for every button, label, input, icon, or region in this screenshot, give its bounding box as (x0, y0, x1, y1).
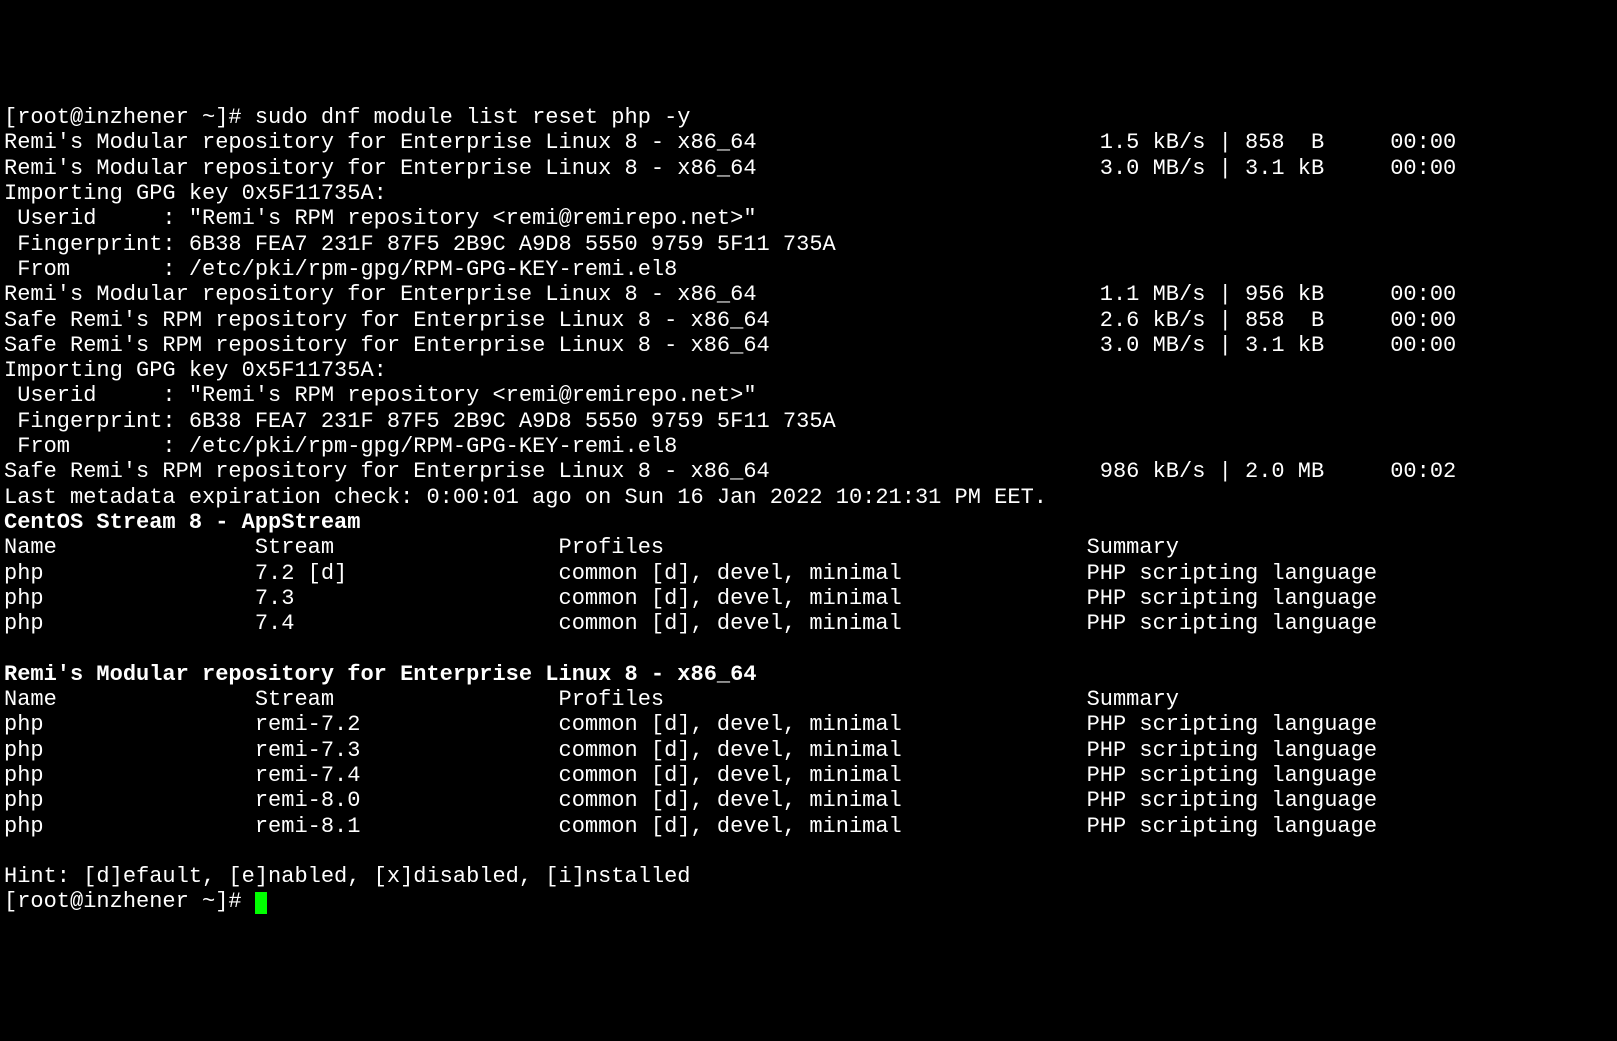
gpg-from: From : /etc/pki/rpm-gpg/RPM-GPG-KEY-remi… (4, 434, 1613, 459)
table-row: php remi-8.1 common [d], devel, minimal … (4, 814, 1613, 839)
table-row: php 7.2 [d] common [d], devel, minimal P… (4, 561, 1613, 586)
gpg-userid: Userid : "Remi's RPM repository <remi@re… (4, 383, 1613, 408)
repo-fetch-line: Remi's Modular repository for Enterprise… (4, 156, 1613, 181)
section-title: Remi's Modular repository for Enterprise… (4, 662, 1613, 687)
repo-fetch-line: Remi's Modular repository for Enterprise… (4, 130, 1613, 155)
prompt-line[interactable]: [root@inzhener ~]# (4, 889, 1613, 914)
table-row: php remi-7.4 common [d], devel, minimal … (4, 763, 1613, 788)
table-row: php 7.4 common [d], devel, minimal PHP s… (4, 611, 1613, 636)
repo-fetch-line: Safe Remi's RPM repository for Enterpris… (4, 333, 1613, 358)
cursor (255, 892, 267, 914)
gpg-userid: Userid : "Remi's RPM repository <remi@re… (4, 206, 1613, 231)
gpg-fingerprint: Fingerprint: 6B38 FEA7 231F 87F5 2B9C A9… (4, 409, 1613, 434)
repo-fetch-line: Safe Remi's RPM repository for Enterpris… (4, 459, 1613, 484)
blank-line (4, 839, 1613, 864)
table-row: php 7.3 common [d], devel, minimal PHP s… (4, 586, 1613, 611)
hint-line: Hint: [d]efault, [e]nabled, [x]disabled,… (4, 864, 1613, 889)
table-row: php remi-7.3 common [d], devel, minimal … (4, 738, 1613, 763)
table-row: php remi-8.0 common [d], devel, minimal … (4, 788, 1613, 813)
table-row: php remi-7.2 common [d], devel, minimal … (4, 712, 1613, 737)
gpg-from: From : /etc/pki/rpm-gpg/RPM-GPG-KEY-remi… (4, 257, 1613, 282)
gpg-header: Importing GPG key 0x5F11735A: (4, 181, 1613, 206)
gpg-fingerprint: Fingerprint: 6B38 FEA7 231F 87F5 2B9C A9… (4, 232, 1613, 257)
table-header: Name Stream Profiles Summary (4, 535, 1613, 560)
section-title: CentOS Stream 8 - AppStream (4, 510, 1613, 535)
metadata-check: Last metadata expiration check: 0:00:01 … (4, 485, 1613, 510)
blank-line (4, 636, 1613, 661)
repo-fetch-line: Remi's Modular repository for Enterprise… (4, 282, 1613, 307)
repo-fetch-line: Safe Remi's RPM repository for Enterpris… (4, 308, 1613, 333)
prompt-line: [root@inzhener ~]# sudo dnf module list … (4, 105, 1613, 130)
table-header: Name Stream Profiles Summary (4, 687, 1613, 712)
terminal-output[interactable]: [root@inzhener ~]# sudo dnf module list … (4, 105, 1613, 915)
gpg-header: Importing GPG key 0x5F11735A: (4, 358, 1613, 383)
